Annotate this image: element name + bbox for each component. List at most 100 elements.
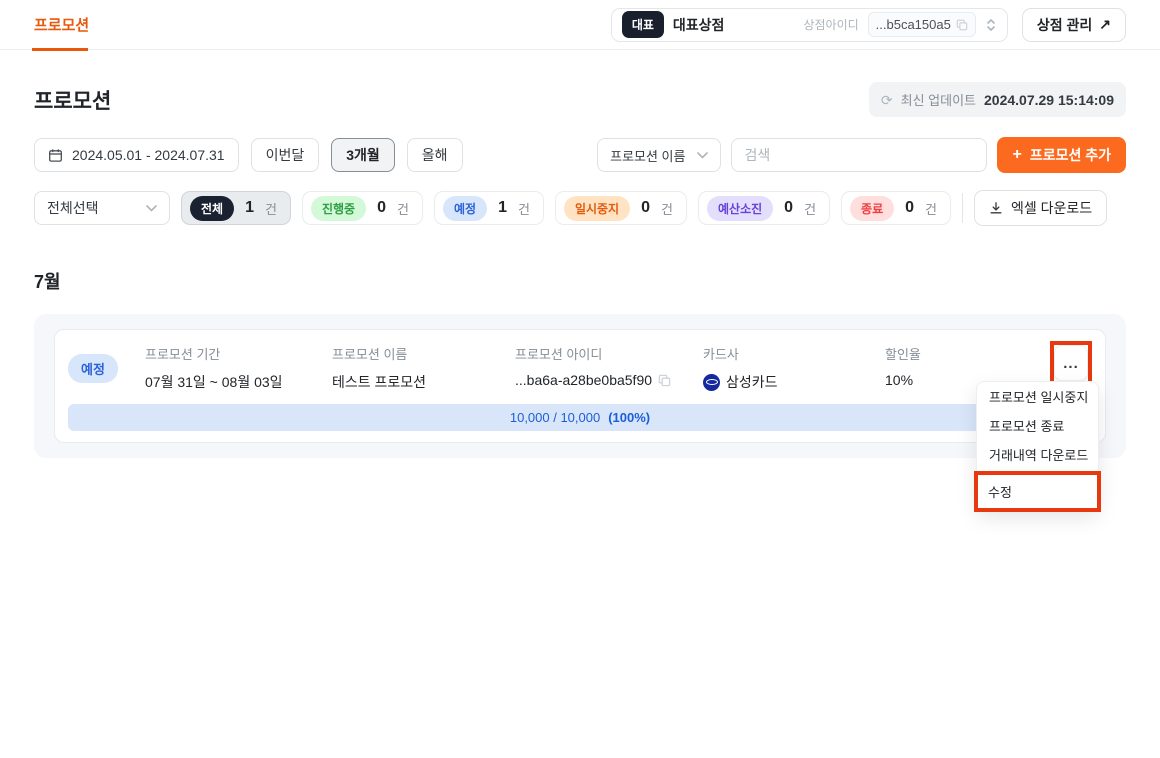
- date-range-value: 2024.05.01 - 2024.07.31: [72, 147, 225, 163]
- status-card-ended[interactable]: 종료 0 건: [841, 191, 951, 225]
- field-label: 프로모션 아이디: [515, 344, 703, 363]
- field-value: 삼성카드: [703, 372, 885, 392]
- status-count: 0: [784, 199, 793, 217]
- store-rep-badge: 대표: [622, 11, 664, 38]
- status-pill-active: 진행중: [311, 196, 366, 221]
- page-title: 프로모션: [34, 85, 111, 115]
- plus-icon: +: [1012, 146, 1021, 164]
- quick-filter-3-months[interactable]: 3개월: [331, 138, 395, 172]
- last-update-time: 2024.07.29 15:14:09: [984, 92, 1114, 108]
- status-badge-col: 예정: [68, 341, 145, 383]
- budget-progress-percent: (100%): [608, 410, 650, 425]
- status-pill-ended: 종료: [850, 196, 894, 221]
- select-updown-icon[interactable]: [985, 17, 997, 33]
- store-manage-button[interactable]: 상점 관리 ↗: [1022, 8, 1126, 42]
- status-unit: 건: [925, 199, 939, 218]
- annotation-box-more-button: ...: [1050, 341, 1092, 385]
- chevron-down-icon: [697, 152, 708, 159]
- promotion-context-menu: 프로모션 일시중지 프로모션 종료 거래내역 다운로드 수정: [976, 381, 1099, 510]
- last-update-label: 최신 업데이트: [901, 90, 976, 109]
- status-count: 0: [641, 199, 650, 217]
- field-name: 프로모션 이름 테스트 프로모션: [332, 341, 515, 392]
- status-card-paused[interactable]: 일시중지 0 건: [555, 191, 687, 225]
- promotion-status-badge: 예정: [68, 354, 118, 383]
- card-company-value: 삼성카드: [726, 372, 778, 392]
- last-update-badge: ⟳ 최신 업데이트 2024.07.29 15:14:09: [869, 82, 1126, 117]
- status-unit: 건: [518, 199, 532, 218]
- status-pill-budget: 예산소진: [707, 196, 773, 221]
- promotion-card: 예정 프로모션 기간 07월 31일 ~ 08월 03일 프로모션 이름 테스트…: [54, 329, 1106, 443]
- promotion-id-value: ...ba6a-a28be0ba5f90: [515, 372, 652, 388]
- nav-tab-label: 프로모션: [34, 14, 89, 35]
- status-pill-all: 전체: [190, 196, 234, 221]
- external-link-icon: ↗: [1099, 16, 1111, 33]
- refresh-icon[interactable]: ⟳: [881, 93, 893, 107]
- status-unit: 건: [661, 199, 675, 218]
- search-input[interactable]: [731, 138, 987, 172]
- status-unit: 건: [265, 199, 279, 218]
- field-value: ...ba6a-a28be0ba5f90: [515, 372, 703, 388]
- field-label: 프로모션 기간: [145, 344, 332, 363]
- chevron-down-icon: [146, 205, 157, 212]
- status-count: 1: [498, 199, 507, 217]
- copy-icon[interactable]: [956, 19, 968, 31]
- store-id-value: ...b5ca150a5: [876, 17, 951, 32]
- store-name: 대표상점: [673, 15, 725, 35]
- excel-download-label: 엑셀 다운로드: [1011, 198, 1092, 218]
- menu-item-modify[interactable]: 수정: [974, 471, 1101, 512]
- top-bar: 프로모션 대표 대표상점 상점아이디 ...b5ca150a5 상점 관리 ↗: [0, 0, 1160, 50]
- menu-item-pause-promotion[interactable]: 프로모션 일시중지: [977, 382, 1098, 411]
- month-section-title: 7월: [34, 268, 1126, 294]
- excel-download-button[interactable]: 엑셀 다운로드: [974, 190, 1107, 226]
- status-pill-paused: 일시중지: [564, 196, 630, 221]
- calendar-icon: [48, 148, 63, 163]
- budget-progress-bar: 10,000 / 10,000 (100%): [68, 404, 1092, 431]
- download-icon: [989, 201, 1003, 215]
- status-count: 0: [905, 199, 914, 217]
- nav-tab-promotion[interactable]: 프로모션: [34, 0, 89, 50]
- field-value: 07월 31일 ~ 08월 03일: [145, 372, 332, 392]
- promotion-group: 예정 프로모션 기간 07월 31일 ~ 08월 03일 프로모션 이름 테스트…: [34, 314, 1126, 458]
- status-unit: 건: [804, 199, 818, 218]
- more-actions-button[interactable]: ...: [1054, 345, 1088, 381]
- field-label: 프로모션 이름: [332, 344, 515, 363]
- status-unit: 건: [397, 199, 411, 218]
- field-promotion-id: 프로모션 아이디 ...ba6a-a28be0ba5f90: [515, 341, 703, 388]
- add-promotion-label: 프로모션 추가: [1030, 145, 1111, 165]
- select-all-dropdown[interactable]: 전체선택: [34, 191, 170, 225]
- menu-item-download-transactions[interactable]: 거래내역 다운로드: [977, 440, 1098, 469]
- store-manage-label: 상점 관리: [1037, 15, 1092, 35]
- field-card-company: 카드사 삼성카드: [703, 341, 885, 392]
- add-promotion-button[interactable]: + 프로모션 추가: [997, 137, 1126, 173]
- promotion-fields-row: 예정 프로모션 기간 07월 31일 ~ 08월 03일 프로모션 이름 테스트…: [68, 341, 1092, 392]
- field-period: 프로모션 기간 07월 31일 ~ 08월 03일: [145, 341, 332, 392]
- copy-icon[interactable]: [658, 374, 671, 387]
- select-all-value: 전체선택: [47, 198, 99, 218]
- page-header-row: 프로모션 ⟳ 최신 업데이트 2024.07.29 15:14:09: [34, 82, 1126, 117]
- store-id-value-box[interactable]: ...b5ca150a5: [868, 12, 976, 37]
- divider: [962, 193, 963, 223]
- field-label: 카드사: [703, 344, 885, 363]
- status-filter-row: 전체선택 전체 1 건 진행중 0 건 예정 1 건 일시중지 0 건 예산소진…: [34, 190, 1126, 226]
- status-pill-scheduled: 예정: [443, 196, 487, 221]
- date-range-picker[interactable]: 2024.05.01 - 2024.07.31: [34, 138, 239, 172]
- status-count: 1: [245, 199, 254, 217]
- samsung-card-icon: [703, 374, 720, 391]
- status-count: 0: [377, 199, 386, 217]
- top-bar-right: 대표 대표상점 상점아이디 ...b5ca150a5 상점 관리 ↗: [611, 8, 1126, 42]
- toolbar-row: 2024.05.01 - 2024.07.31 이번달 3개월 올해 프로모션 …: [34, 137, 1126, 173]
- field-value: 테스트 프로모션: [332, 372, 515, 392]
- store-id-label: 상점아이디: [803, 16, 858, 33]
- store-selector[interactable]: 대표 대표상점 상점아이디 ...b5ca150a5: [611, 8, 1008, 42]
- status-card-scheduled[interactable]: 예정 1 건: [434, 191, 544, 225]
- status-card-budget-exhausted[interactable]: 예산소진 0 건: [698, 191, 830, 225]
- search-type-value: 프로모션 이름: [610, 146, 685, 165]
- quick-filter-this-month[interactable]: 이번달: [251, 138, 320, 172]
- field-label: 할인율: [885, 344, 1050, 363]
- quick-filter-this-year[interactable]: 올해: [407, 138, 463, 172]
- status-card-all[interactable]: 전체 1 건: [181, 191, 291, 225]
- menu-item-end-promotion[interactable]: 프로모션 종료: [977, 411, 1098, 440]
- budget-progress-text: 10,000 / 10,000: [510, 410, 600, 425]
- search-type-select[interactable]: 프로모션 이름: [597, 138, 721, 172]
- status-card-active[interactable]: 진행중 0 건: [302, 191, 423, 225]
